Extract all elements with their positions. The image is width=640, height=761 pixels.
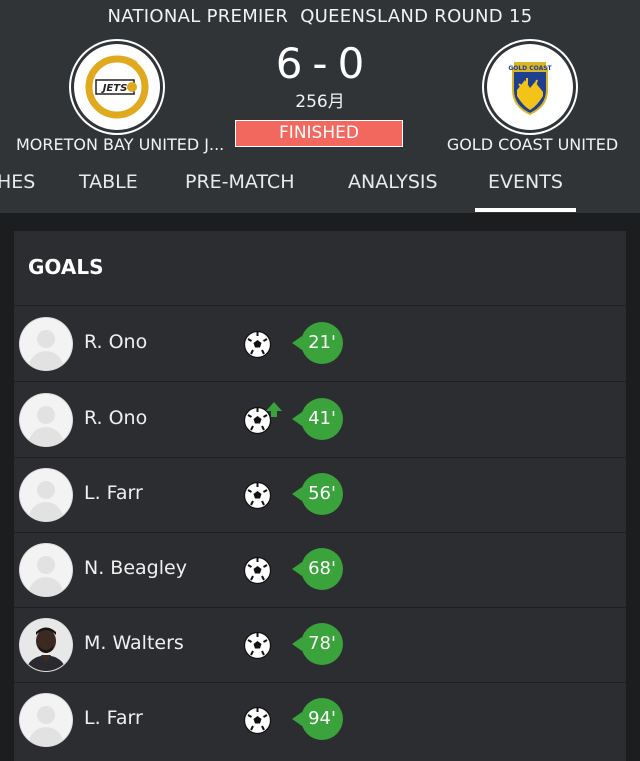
match-status-badge: FINISHED <box>235 120 403 147</box>
goal-event-row[interactable]: R. Ono 41' <box>14 382 626 457</box>
tab-pre-match[interactable]: PRE-MATCH <box>185 168 294 213</box>
soccer-ball-icon <box>243 556 272 585</box>
goal-minute-badge: 68' <box>292 548 343 590</box>
person-placeholder-icon <box>28 406 64 446</box>
goal-minute-badge: 41' <box>292 398 343 440</box>
soccer-ball-icon <box>243 706 272 735</box>
goals-section-title: GOALS <box>28 255 104 279</box>
tab-events[interactable]: EVENTS <box>475 168 576 213</box>
player-photo <box>20 619 72 671</box>
jets-logo-icon: JETS <box>85 55 149 119</box>
match-header: NATIONAL PREMIER QUEENSLAND ROUND 15 JET… <box>0 0 640 213</box>
player-avatar <box>20 694 72 746</box>
tab-table[interactable]: TABLE <box>79 168 138 213</box>
svg-text:JETS: JETS <box>101 83 128 94</box>
away-team-crest[interactable]: GOLD COAST <box>487 44 573 130</box>
tab-analysis[interactable]: ANALYSIS <box>348 168 438 213</box>
tab-matches[interactable]: HES <box>0 168 35 213</box>
svg-text:GOLD COAST: GOLD COAST <box>508 65 552 72</box>
player-avatar <box>20 469 72 521</box>
player-name: M. Walters <box>84 632 184 654</box>
goal-minute-badge: 21' <box>292 322 343 364</box>
goal-event-row[interactable]: L. Farr 56' <box>14 457 626 532</box>
soccer-ball-icon <box>243 481 272 510</box>
person-placeholder-icon <box>28 481 64 521</box>
match-date: 256月 <box>295 92 345 112</box>
goal-event-row[interactable]: N. Beagley 68' <box>14 532 626 607</box>
goal-event-row[interactable]: M. Walters 78' <box>14 607 626 682</box>
home-score: 6 <box>275 39 303 88</box>
goal-minute-badge: 78' <box>292 623 343 665</box>
competition-title: NATIONAL PREMIER QUEENSLAND ROUND 15 <box>107 6 533 27</box>
player-avatar <box>20 394 72 446</box>
home-team-crest[interactable]: JETS <box>74 44 160 130</box>
match-score: 6-0 <box>220 38 420 90</box>
match-tabs: HES TABLE PRE-MATCH ANALYSIS EVENTS <box>0 168 640 213</box>
person-placeholder-icon <box>28 556 64 596</box>
player-name: N. Beagley <box>84 557 187 579</box>
gold-coast-shield-icon: GOLD COAST <box>508 62 553 116</box>
away-team-name[interactable]: GOLD COAST UNITED <box>440 135 625 154</box>
player-name: R. Ono <box>84 331 148 353</box>
player-name: L. Farr <box>84 482 143 504</box>
goal-event-row[interactable]: L. Farr 94' <box>14 682 626 757</box>
score-separator: - <box>312 39 328 88</box>
soccer-ball-icon <box>243 330 272 359</box>
player-photo-icon <box>20 619 72 671</box>
goal-event-row[interactable]: R. Ono 21' <box>14 306 626 381</box>
player-name: R. Ono <box>84 407 148 429</box>
person-placeholder-icon <box>28 706 64 746</box>
goal-minute-badge: 56' <box>292 473 343 515</box>
player-avatar <box>20 318 72 370</box>
home-team-name[interactable]: MORETON BAY UNITED J... <box>16 135 224 154</box>
soccer-ball-icon <box>243 631 272 660</box>
player-name: L. Farr <box>84 707 143 729</box>
arrow-up-stem <box>271 410 277 417</box>
goal-minute-badge: 94' <box>292 698 343 740</box>
player-avatar <box>20 544 72 596</box>
person-placeholder-icon <box>28 330 64 370</box>
away-score: 0 <box>337 39 365 88</box>
